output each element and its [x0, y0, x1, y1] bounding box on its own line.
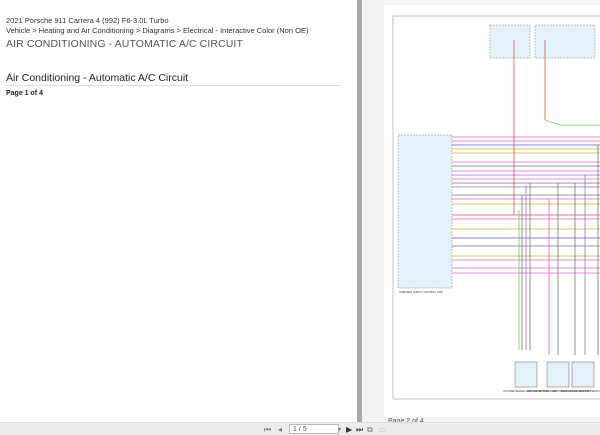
page-heading: AIR CONDITIONING - AUTOMATIC A/C CIRCUIT	[6, 38, 243, 50]
sensor-box	[514, 361, 538, 388]
section-title: Air Conditioning - Automatic A/C Circuit	[6, 72, 189, 84]
page-view-icon[interactable]: ▭	[379, 425, 387, 434]
sensor-box	[546, 361, 570, 388]
vehicle-title: 2021 Porsche 911 Carrera 4 (992) F6-3.0L…	[6, 16, 169, 25]
fuse-box	[534, 24, 596, 59]
last-page-icon[interactable]: ⏭	[356, 425, 363, 435]
pdf-toolbar: ⏮ ◂ ▾ ▶ ⏭ ⧉ ▭	[0, 422, 600, 435]
copy-icon[interactable]: ⧉	[367, 425, 373, 435]
fuse-box	[489, 24, 531, 59]
wiring-diagram: OUTSIDE/HEATER CONTROL SENSORLEFT FRONT …	[392, 15, 600, 400]
wire	[544, 119, 600, 126]
document-pane: 2021 Porsche 911 Carrera 4 (992) F6-3.0L…	[0, 0, 357, 422]
page-indicator: Page 1 of 4	[6, 90, 43, 97]
sensor-label: RIGHT FRONT CHEST VENT TEMPERATURE SENSO…	[551, 390, 600, 393]
first-page-icon[interactable]: ⏮	[264, 425, 271, 435]
sensor-box	[571, 361, 595, 388]
page-number-input[interactable]	[289, 424, 339, 434]
next-page-icon[interactable]: ▶	[346, 425, 352, 434]
diagram-page: OUTSIDE/HEATER CONTROL SENSOR LEFT FRONT …	[384, 5, 600, 417]
breadcrumb[interactable]: Vehicle > Heating and Air Conditioning >…	[6, 26, 308, 35]
divider-rule	[6, 85, 341, 86]
page-dropdown-icon[interactable]: ▾	[338, 426, 341, 433]
control-unit-box	[397, 134, 453, 289]
prev-page-icon[interactable]: ◂	[278, 425, 282, 434]
diagram-viewer[interactable]: OUTSIDE/HEATER CONTROL SENSOR LEFT FRONT …	[362, 0, 600, 422]
control-unit-label: ONBOARD SUPPLY CONTROL UNIT	[399, 290, 443, 294]
